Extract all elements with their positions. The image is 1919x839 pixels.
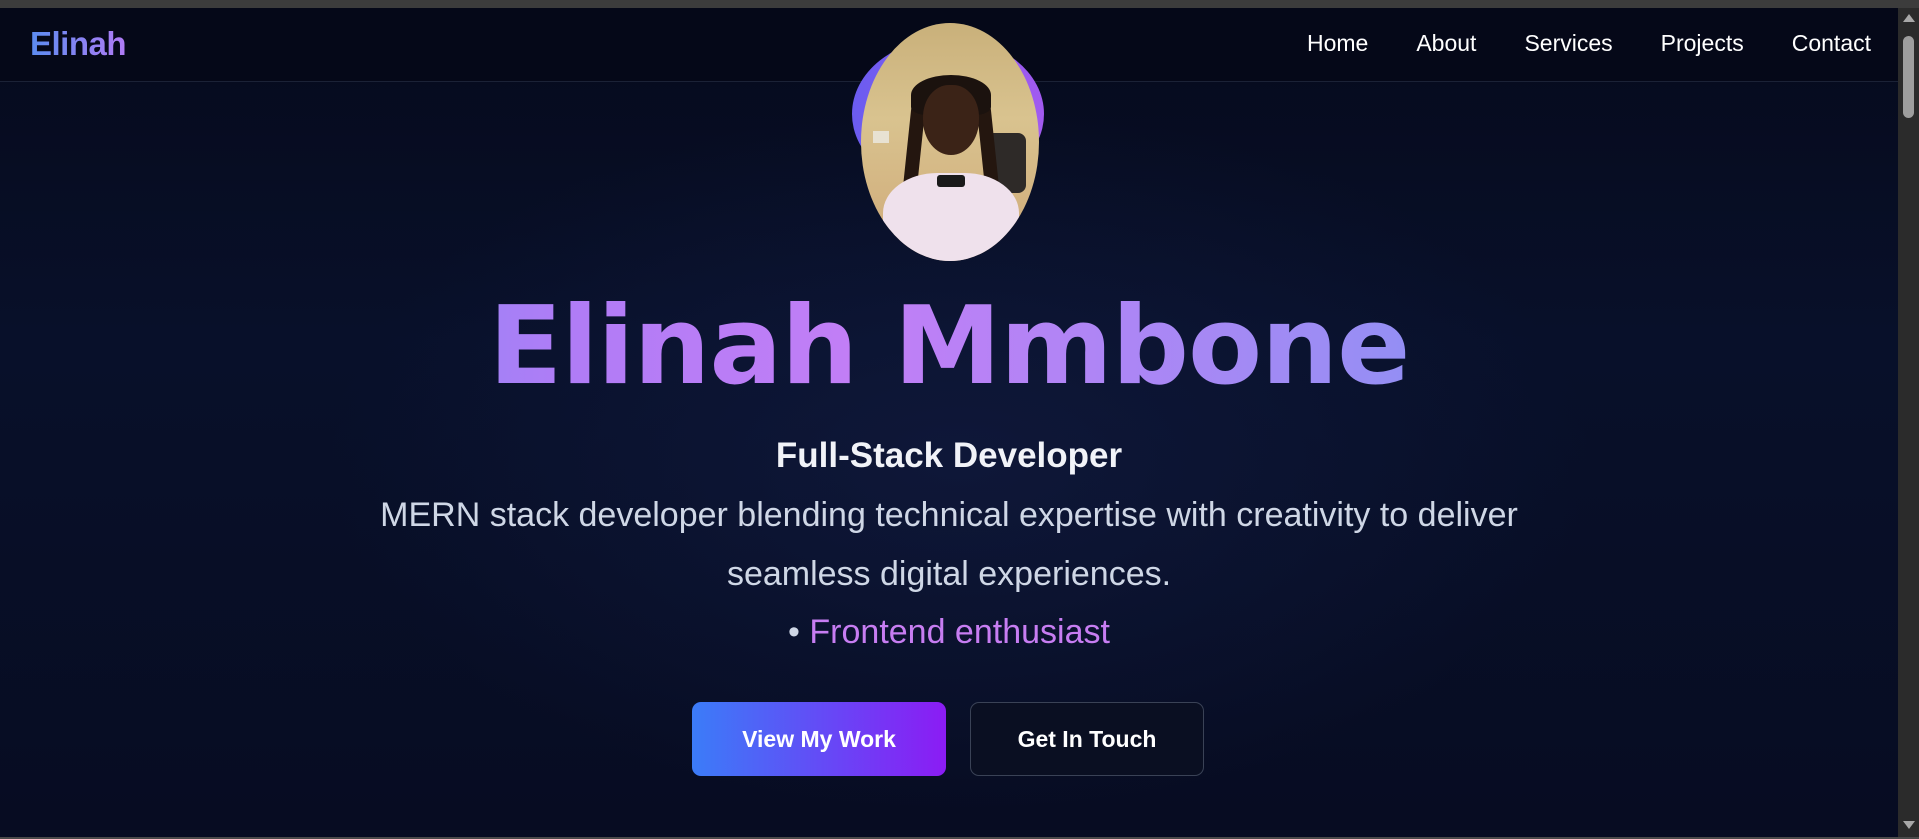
- view-my-work-button[interactable]: View My Work: [692, 702, 946, 776]
- hero-name: Elinah Mmbone: [0, 293, 1898, 401]
- scroll-up-arrow-icon[interactable]: [1903, 14, 1915, 22]
- get-in-touch-button[interactable]: Get In Touch: [970, 702, 1204, 776]
- nav-link-contact[interactable]: Contact: [1792, 30, 1871, 57]
- nav-link-home[interactable]: Home: [1307, 30, 1368, 57]
- tag-bullet: •: [788, 613, 800, 651]
- window-top-edge: [0, 0, 1919, 8]
- scroll-down-arrow-icon[interactable]: [1903, 821, 1915, 829]
- tag-text: Frontend enthusiast: [809, 613, 1110, 651]
- hero-role: Full-Stack Developer: [775, 436, 1123, 475]
- hero-description: MERN stack developer blending technical …: [380, 496, 1518, 593]
- nav-link-about[interactable]: About: [1416, 30, 1476, 57]
- scroll-thumb[interactable]: [1903, 36, 1914, 118]
- site-logo[interactable]: Elinah: [30, 25, 127, 63]
- hero-tagline: • Frontend enthusiast: [0, 613, 1898, 652]
- vertical-scrollbar[interactable]: [1898, 8, 1919, 837]
- page-viewport: Elinah Home About Services Projects Cont…: [0, 8, 1898, 837]
- photo-background-detail: [873, 131, 889, 143]
- nav-link-services[interactable]: Services: [1524, 30, 1612, 57]
- profile-photo: [861, 23, 1039, 261]
- photo-bow-tie: [937, 175, 965, 187]
- photo-face: [923, 85, 979, 155]
- nav-link-projects[interactable]: Projects: [1661, 30, 1744, 57]
- nav-links: Home About Services Projects Contact: [1259, 30, 1871, 57]
